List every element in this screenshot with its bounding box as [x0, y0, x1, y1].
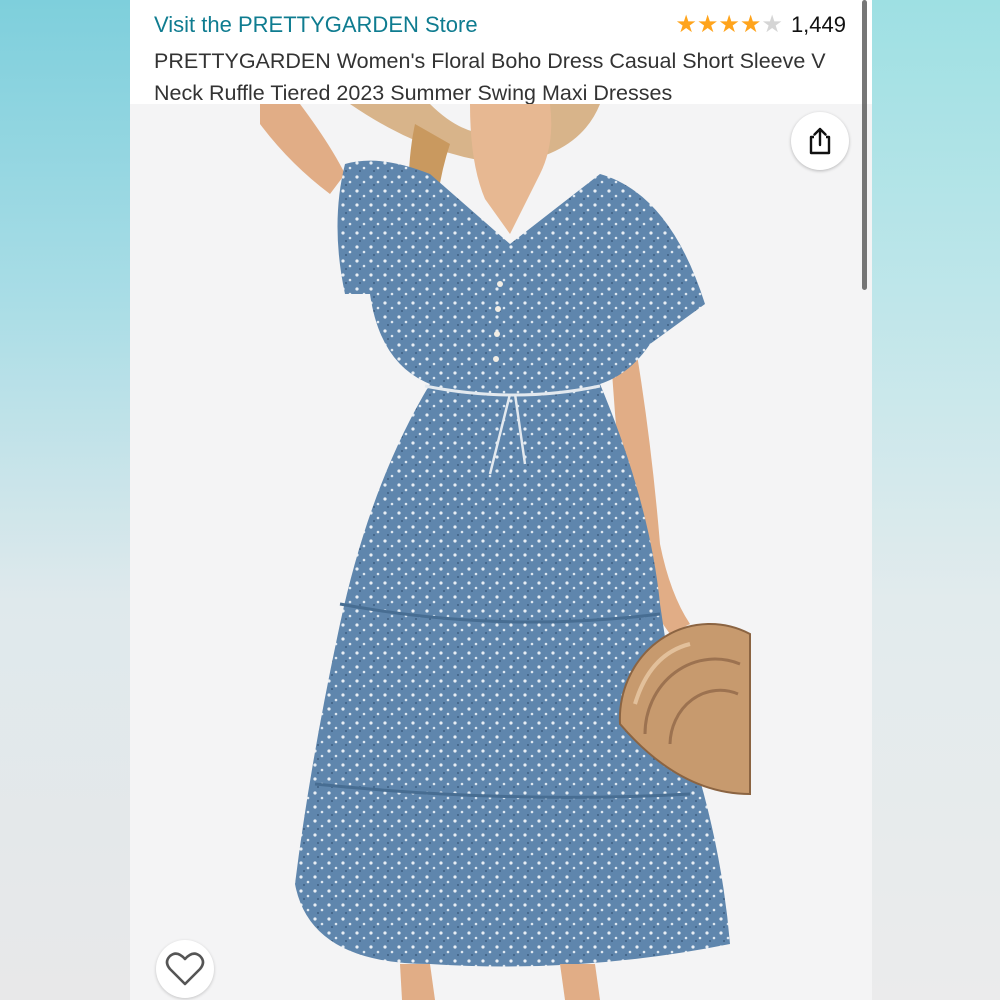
- background-left: [0, 0, 130, 1000]
- heart-icon: [165, 952, 205, 986]
- favorite-button[interactable]: [156, 940, 214, 998]
- rating[interactable]: ★ ★ ★ ★ ★ 1,449: [675, 12, 846, 38]
- star-icon: ★: [718, 11, 740, 38]
- product-image[interactable]: [130, 104, 872, 1000]
- scrollbar[interactable]: [862, 0, 867, 290]
- background-right: [872, 0, 1000, 1000]
- star-icon: ★: [696, 11, 719, 38]
- share-button[interactable]: [791, 112, 849, 170]
- product-header: Visit the PRETTYGARDEN Store ★ ★ ★ ★ ★ 1…: [130, 0, 872, 105]
- share-icon: [809, 127, 831, 155]
- product-title: PRETTYGARDEN Women's Floral Boho Dress C…: [154, 49, 826, 105]
- rating-count[interactable]: 1,449: [791, 12, 846, 38]
- star-icon: ★: [739, 11, 762, 38]
- star-rating: ★ ★ ★ ★ ★: [675, 13, 783, 37]
- product-panel: Visit the PRETTYGARDEN Store ★ ★ ★ ★ ★ 1…: [130, 0, 872, 1000]
- store-link[interactable]: Visit the PRETTYGARDEN Store: [154, 12, 478, 38]
- star-icon: ★: [675, 11, 697, 38]
- star-icon: ★: [761, 11, 783, 38]
- dress-photo: [260, 104, 751, 1000]
